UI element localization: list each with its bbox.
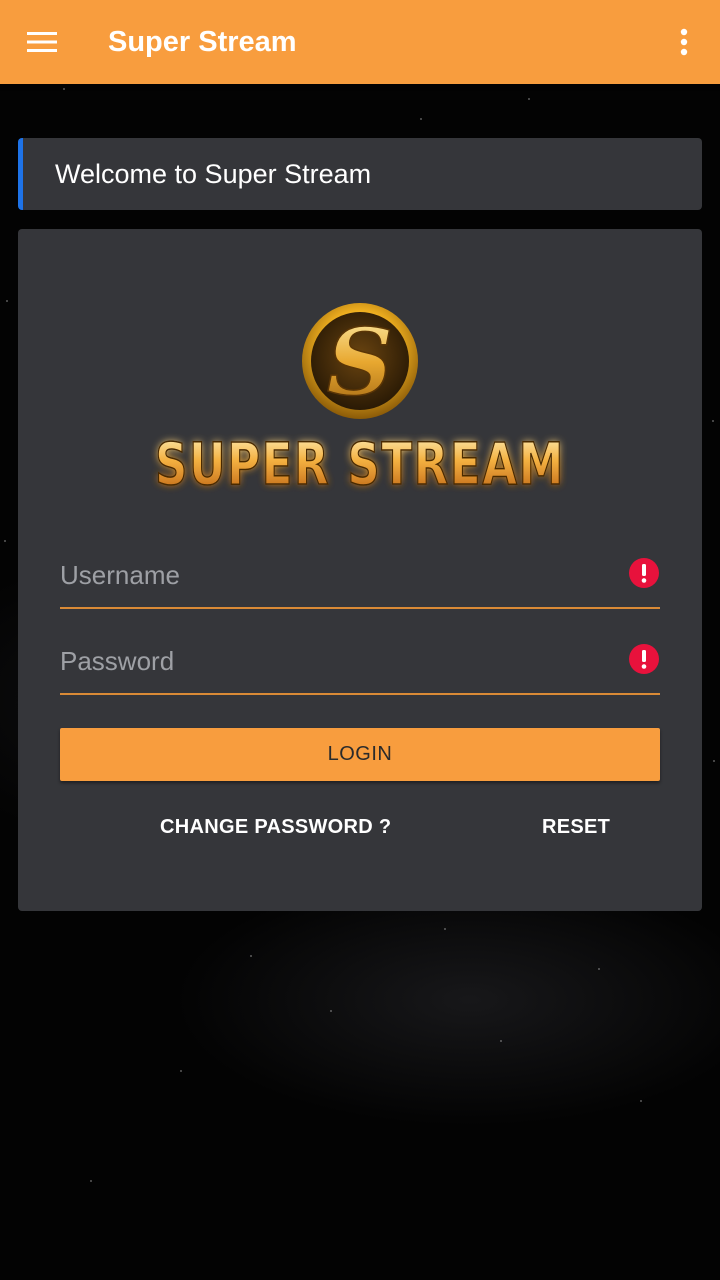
login-screen: Super Stream Welcome to Super Stream S S… [0,0,720,1280]
reset-button[interactable]: RESET [542,807,610,847]
welcome-banner: Welcome to Super Stream [18,138,702,210]
welcome-text: Welcome to Super Stream [55,159,372,189]
error-alert-icon [629,558,659,588]
password-field [60,633,660,695]
more-vert-icon [680,28,688,56]
login-button[interactable]: LOGIN [60,728,660,781]
app-title: Super Stream [108,26,297,58]
app-bar: Super Stream [0,0,720,84]
overflow-menu-button[interactable] [666,22,702,62]
menu-button[interactable] [22,22,62,62]
error-alert-icon [629,644,659,674]
logo-emblem-letter: S [327,308,393,416]
change-password-button[interactable]: CHANGE PASSWORD ? [160,807,391,847]
hamburger-menu-icon [27,32,57,52]
username-field [60,547,660,609]
super-stream-logo: S SUPER STREAM [154,303,565,499]
username-input[interactable] [60,547,610,603]
login-card: S SUPER STREAM LOGIN CHANGE PASSWORD ? R [18,229,702,911]
password-input[interactable] [60,633,610,689]
logo-wordmark: SUPER STREAM [155,430,565,498]
